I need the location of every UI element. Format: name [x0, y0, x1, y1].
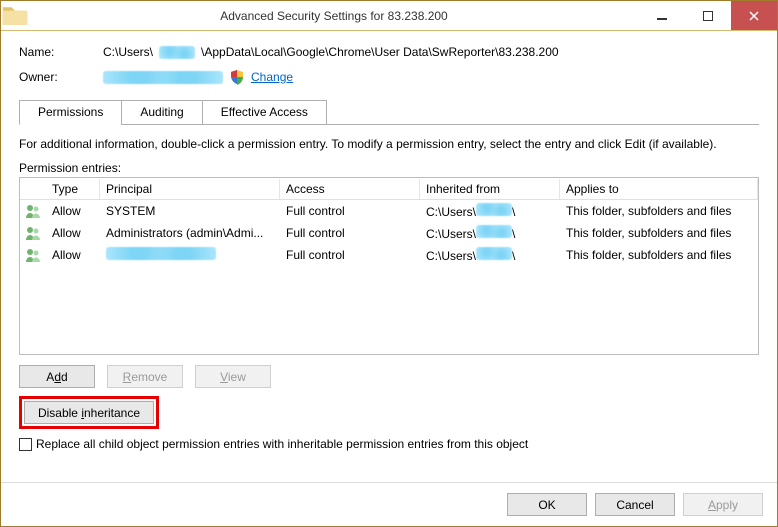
users-icon	[25, 203, 41, 219]
shield-icon	[229, 69, 245, 85]
info-text: For additional information, double-click…	[19, 137, 759, 151]
tab-effective-access[interactable]: Effective Access	[202, 100, 327, 125]
col-principal[interactable]: Principal	[100, 179, 280, 199]
close-button[interactable]	[731, 1, 777, 30]
users-icon	[25, 225, 41, 241]
dialog-body: Name: C:\Users\\AppData\Local\Google\Chr…	[1, 31, 777, 482]
cell-applies: This folder, subfolders and files	[560, 202, 758, 220]
cell-type: Allow	[46, 224, 100, 242]
maximize-button[interactable]	[685, 1, 731, 30]
tab-strip: Permissions Auditing Effective Access	[19, 100, 759, 125]
list-header: Type Principal Access Inherited from App…	[20, 178, 758, 200]
highlight-box: Disable inheritance	[19, 396, 159, 429]
redacted-text	[159, 46, 195, 59]
remove-button: Remove	[107, 365, 183, 388]
disable-inheritance-button[interactable]: Disable inheritance	[24, 401, 154, 424]
cell-type: Allow	[46, 202, 100, 220]
cell-principal: SYSTEM	[100, 202, 280, 220]
name-label: Name:	[19, 45, 103, 59]
window-controls	[639, 1, 777, 30]
cell-inherited: C:\Users\\	[420, 245, 560, 265]
col-access[interactable]: Access	[280, 179, 420, 199]
cell-principal	[100, 245, 280, 265]
permission-entries-list[interactable]: Type Principal Access Inherited from App…	[19, 177, 759, 355]
name-row: Name: C:\Users\\AppData\Local\Google\Chr…	[19, 45, 759, 59]
folder-icon	[1, 2, 29, 30]
tab-permissions[interactable]: Permissions	[19, 100, 122, 125]
entries-label: Permission entries:	[19, 161, 759, 175]
minimize-button[interactable]	[639, 1, 685, 30]
table-row[interactable]: AllowSYSTEMFull controlC:\Users\\This fo…	[20, 200, 758, 222]
redacted-text	[476, 247, 512, 260]
owner-label: Owner:	[19, 70, 103, 84]
cell-inherited: C:\Users\\	[420, 201, 560, 221]
cell-access: Full control	[280, 224, 420, 242]
window-title: Advanced Security Settings for 83.238.20…	[29, 9, 639, 23]
owner-row: Owner: Change	[19, 69, 759, 85]
redacted-text	[476, 225, 512, 238]
owner-value: Change	[103, 69, 293, 85]
users-icon	[25, 247, 41, 263]
redacted-text	[106, 247, 216, 260]
redacted-text	[103, 71, 223, 84]
col-type[interactable]: Type	[46, 179, 100, 199]
col-inherited[interactable]: Inherited from	[420, 179, 560, 199]
replace-children-checkbox[interactable]	[19, 438, 32, 451]
cell-access: Full control	[280, 246, 420, 264]
table-row[interactable]: Allow Full controlC:\Users\\This folder, …	[20, 244, 758, 266]
apply-button: Apply	[683, 493, 763, 516]
name-value: C:\Users\\AppData\Local\Google\Chrome\Us…	[103, 45, 559, 59]
cancel-button[interactable]: Cancel	[595, 493, 675, 516]
change-owner-link[interactable]: Change	[251, 70, 293, 84]
replace-children-label: Replace all child object permission entr…	[36, 437, 528, 451]
ok-button[interactable]: OK	[507, 493, 587, 516]
titlebar: Advanced Security Settings for 83.238.20…	[1, 1, 777, 31]
cell-applies: This folder, subfolders and files	[560, 224, 758, 242]
replace-children-row: Replace all child object permission entr…	[19, 437, 759, 451]
cell-inherited: C:\Users\\	[420, 223, 560, 243]
add-button[interactable]: Add	[19, 365, 95, 388]
cell-access: Full control	[280, 202, 420, 220]
tab-auditing[interactable]: Auditing	[121, 100, 202, 125]
security-settings-window: Advanced Security Settings for 83.238.20…	[0, 0, 778, 527]
cell-type: Allow	[46, 246, 100, 264]
cell-principal: Administrators (admin\Admi...	[100, 224, 280, 242]
view-button: View	[195, 365, 271, 388]
entry-buttons: Add Remove View	[19, 365, 759, 388]
cell-applies: This folder, subfolders and files	[560, 246, 758, 264]
col-applies[interactable]: Applies to	[560, 179, 758, 199]
table-row[interactable]: AllowAdministrators (admin\Admi...Full c…	[20, 222, 758, 244]
redacted-text	[476, 203, 512, 216]
dialog-footer: OK Cancel Apply	[1, 482, 777, 526]
